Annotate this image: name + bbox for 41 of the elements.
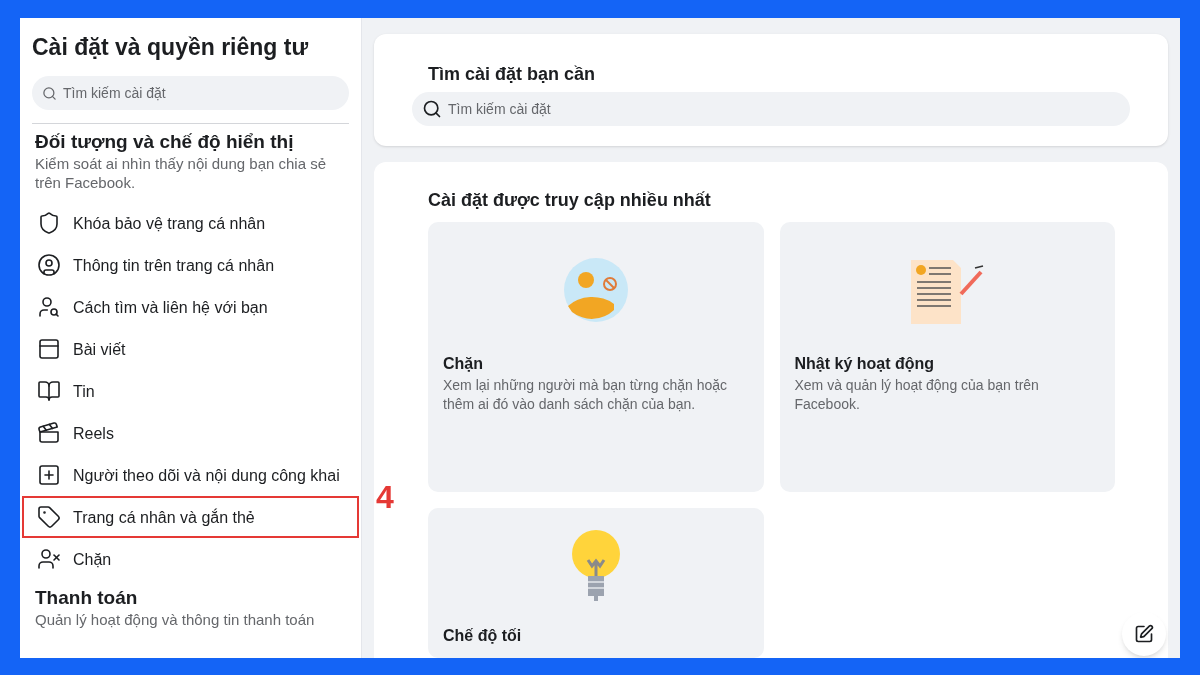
user-blocked-icon [37,547,61,571]
panel-icon [37,337,61,361]
settings-tile[interactable]: Nhật ký hoạt động Xem và quản lý hoạt động của bạn trên Facebook. [779,222,1115,492]
sidebar-item[interactable]: Khóa bảo vệ trang cá nhân [22,202,359,244]
annotation-number: 4 [376,478,394,517]
sidebar-item[interactable]: Cách tìm và liên hệ với bạn [22,286,359,328]
book-icon [37,379,61,403]
sidebar-item[interactable]: Reels [22,412,359,454]
clapperboard-icon [37,421,61,445]
edit-icon [1134,624,1154,644]
shield-icon [37,211,61,235]
search-field[interactable]: Tìm kiếm cài đặt [32,76,349,110]
sidebar-item[interactable]: Người theo dõi và nội dung công khai [22,454,359,496]
tile-title: Nhật ký hoạt động [794,354,935,374]
tile-description: Xem và quản lý hoạt động của bạn trên Facebook. [794,376,1040,414]
settings-tile[interactable]: Chế độ tối [428,508,764,658]
search-field[interactable]: Tìm kiếm cài đặt [412,92,1130,126]
sidebar-item[interactable]: Bài viết [22,328,359,370]
lightbulb-drawing [570,530,621,602]
sidebar-item[interactable]: Trang cá nhân và gắn thẻ [22,496,359,538]
sidebar-title: Cài đặt và quyền riêng tư [32,33,309,62]
section-description: Quản lý hoạt động và thông tin thanh toán [34,610,316,629]
tile-description: Xem lại những người mà bạn từng chặn hoặc thêm ai đó vào danh sách chặn của bạn. [443,376,729,414]
section-heading: Thanh toán [34,586,139,610]
sidebar-item[interactable]: Chặn [22,538,359,580]
search-icon [42,86,57,101]
section-description: Kiểm soát ai nhìn thấy nội dung bạn chia sẻ trên Facebook. [34,154,328,192]
card-title: Tìm cài đặt bạn cần [428,63,597,86]
sidebar-item[interactable]: Tin [22,370,359,412]
tile-title: Chặn [443,354,483,374]
user-circle-icon [37,253,61,277]
card-title: Cài đặt được truy cập nhiều nhất [428,189,712,212]
tag-icon [37,505,61,529]
blocked-user-drawing [563,258,628,322]
search-icon [422,99,442,119]
user-search-icon [37,295,61,319]
settings-tile[interactable]: Chặn Xem lại những người mà bạn từng chặn hoặc thêm ai đó vào danh sách chặn của bạn. [428,222,764,492]
tile-title: Chế độ tối [443,626,522,646]
sidebar-item[interactable]: Thông tin trên trang cá nhân [22,244,359,286]
plus-box-icon [37,463,61,487]
section-heading: Đối tượng và chế độ hiển thị [34,130,295,154]
